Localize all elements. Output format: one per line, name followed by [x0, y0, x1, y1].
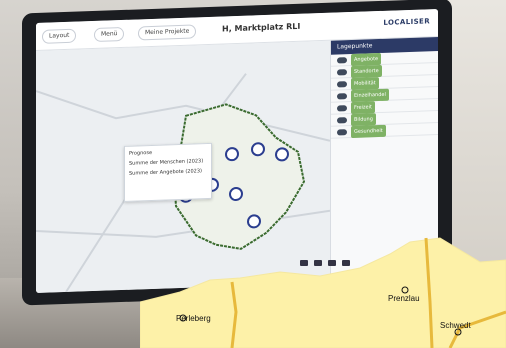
photo-frame: Layout Menü Meine Projekte H, Marktplatz… — [0, 0, 506, 348]
city-label-schwedt: Schwedt — [440, 321, 471, 330]
page-title: H, Marktplatz RLI — [222, 21, 301, 34]
taskbar-icon[interactable] — [300, 260, 308, 266]
popup-title: Prognose — [129, 149, 153, 157]
brand-logo: LOCALISER — [383, 17, 430, 27]
toggle-icon[interactable] — [337, 68, 347, 76]
toggle-icon[interactable] — [337, 56, 347, 64]
marker-6[interactable] — [247, 214, 261, 229]
marker-2[interactable] — [251, 142, 265, 157]
info-popup: Prognose Summe der Menschen (2023) Summe… — [124, 142, 212, 202]
toggle-icon[interactable] — [337, 92, 347, 100]
marker-1[interactable] — [225, 147, 239, 162]
layer-item[interactable]: Gesundheit — [331, 122, 438, 139]
taskbar-icons — [300, 260, 350, 266]
marker-5[interactable] — [229, 187, 243, 202]
toggle-icon[interactable] — [337, 104, 347, 112]
layout-button[interactable]: Layout — [42, 28, 77, 44]
city-label-perleberg: Perleberg — [176, 314, 211, 323]
popup-row-1: Summe der Menschen (2023) — [129, 158, 204, 167]
taskbar-icon[interactable] — [328, 260, 336, 266]
taskbar-icon[interactable] — [342, 260, 350, 266]
overlay-map — [140, 237, 506, 348]
toggle-icon[interactable] — [337, 116, 347, 124]
taskbar-icon[interactable] — [314, 260, 322, 266]
marker-3[interactable] — [275, 147, 289, 162]
toggle-icon[interactable] — [337, 128, 347, 136]
menu-button[interactable]: Menü — [94, 26, 125, 42]
overlay-region — [140, 237, 506, 348]
toggle-icon[interactable] — [337, 80, 347, 88]
projects-button[interactable]: Meine Projekte — [138, 24, 197, 41]
city-label-prenzlau: Prenzlau — [388, 294, 420, 303]
popup-row-2: Summe der Angebote (2023) — [129, 168, 202, 177]
